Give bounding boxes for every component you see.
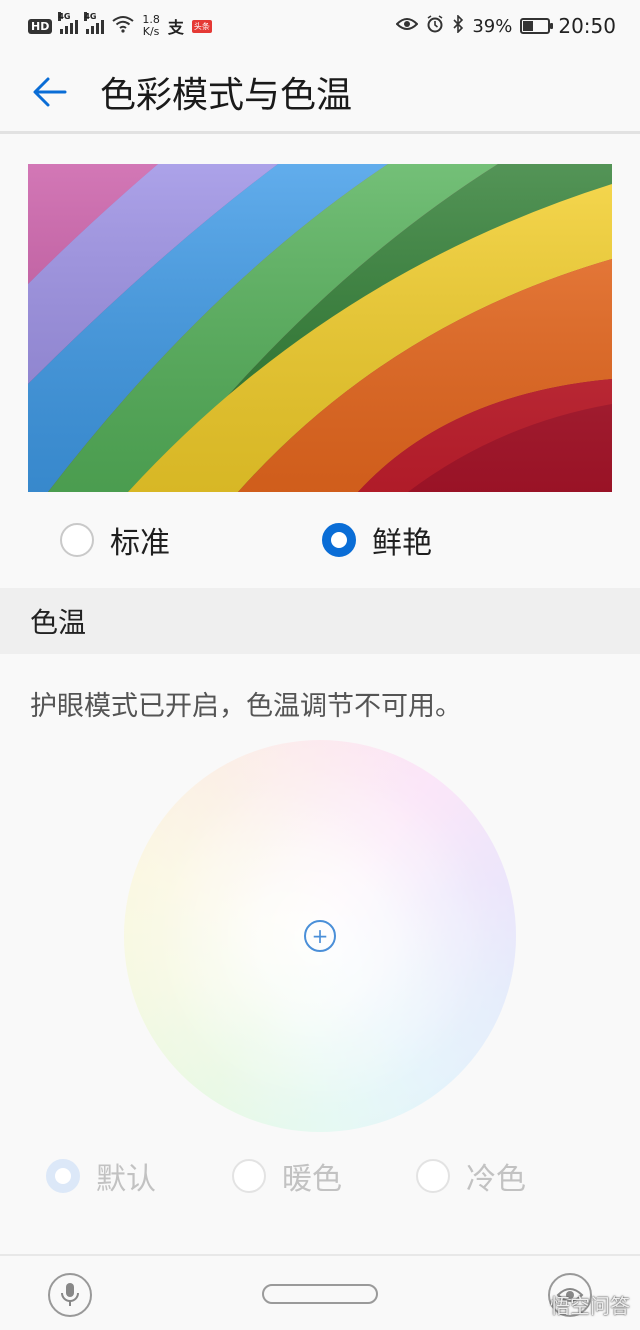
wheel-handle-plus-icon[interactable]: + bbox=[304, 920, 336, 952]
net-speed: 1.8 K/s bbox=[142, 14, 160, 38]
app-header: 色彩模式与色温 bbox=[0, 52, 640, 134]
wifi-icon bbox=[112, 15, 134, 38]
radio-standard[interactable] bbox=[60, 523, 94, 557]
home-pill-icon[interactable] bbox=[262, 1284, 378, 1304]
status-right: 39% 20:50 bbox=[395, 13, 616, 38]
arrow-left-icon bbox=[33, 77, 67, 106]
temp-warm[interactable]: 暖色 bbox=[232, 1154, 342, 1198]
radio-warm[interactable] bbox=[232, 1159, 266, 1193]
color-mode-standard-label: 标准 bbox=[110, 526, 170, 561]
color-mode-vivid-label: 鲜艳 bbox=[372, 526, 432, 561]
radio-default[interactable] bbox=[46, 1159, 80, 1193]
color-temp-section-title: 色温 bbox=[0, 588, 640, 654]
status-bar: HD 4G 4G 1.8 K/s 支 头条 39% 20:50 bbox=[0, 0, 640, 52]
clock: 20:50 bbox=[558, 14, 616, 38]
temp-default-label: 默认 bbox=[96, 1162, 156, 1197]
bluetooth-icon bbox=[452, 13, 464, 38]
battery-icon bbox=[520, 18, 554, 34]
color-temp-wheel[interactable]: + bbox=[124, 740, 516, 1132]
temp-cool-label: 冷色 bbox=[466, 1162, 526, 1197]
radio-cool[interactable] bbox=[416, 1159, 450, 1193]
net-speed-unit: K/s bbox=[142, 25, 160, 38]
alarm-icon bbox=[426, 14, 444, 38]
watermark: 悟空问答 bbox=[550, 1294, 630, 1318]
eye-icon bbox=[395, 16, 419, 37]
temp-default[interactable]: 默认 bbox=[46, 1154, 156, 1198]
temp-cool[interactable]: 冷色 bbox=[416, 1154, 526, 1198]
signal-icon: 4G bbox=[58, 12, 79, 34]
color-mode-vivid[interactable]: 鲜艳 bbox=[322, 518, 432, 562]
page-title: 色彩模式与色温 bbox=[100, 74, 353, 116]
news-app-tag: 头条 bbox=[191, 19, 212, 33]
alipay-icon: 支 bbox=[167, 18, 184, 37]
hd-badge: HD bbox=[28, 18, 53, 34]
temp-warm-label: 暖色 bbox=[282, 1162, 342, 1197]
radio-vivid[interactable] bbox=[322, 523, 356, 557]
color-temp-group: 默认 暖色 冷色 bbox=[0, 1152, 640, 1198]
color-preview-image bbox=[28, 164, 612, 492]
signal-icon: 4G bbox=[84, 12, 105, 34]
navigation-bar bbox=[0, 1254, 640, 1330]
color-mode-standard[interactable]: 标准 bbox=[60, 518, 170, 562]
battery-percent: 39% bbox=[472, 15, 513, 37]
status-left: HD 4G 4G 1.8 K/s 支 头条 bbox=[28, 12, 212, 38]
back-button[interactable] bbox=[20, 62, 80, 122]
color-mode-group: 标准 鲜艳 bbox=[0, 510, 640, 570]
microphone-icon[interactable] bbox=[48, 1273, 92, 1317]
eye-comfort-notice: 护眼模式已开启，色温调节不可用。 bbox=[30, 691, 462, 722]
